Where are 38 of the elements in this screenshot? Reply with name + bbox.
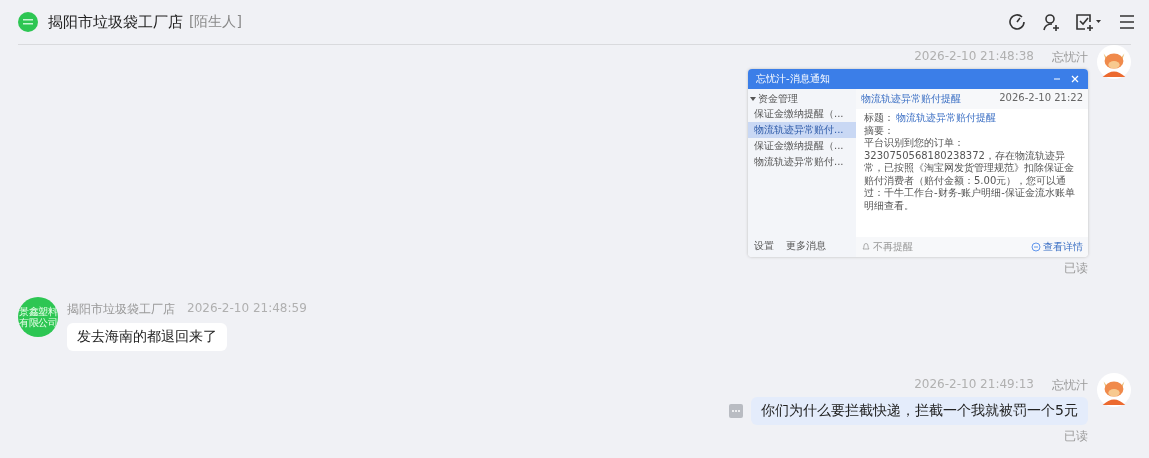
menu-icon[interactable] — [1117, 12, 1137, 32]
shop-avatar: 景鑫塑料 有限公司 — [18, 297, 58, 337]
notice-title-link: 物流轨迹异常赔付提醒 — [896, 112, 996, 125]
refresh-icon[interactable] — [1007, 12, 1027, 32]
tree-group: 资金管理 — [758, 92, 798, 106]
add-user-icon[interactable] — [1041, 12, 1061, 32]
mute-label: 不再提醒 — [873, 240, 913, 254]
notification-screenshot[interactable] — [748, 69, 1088, 257]
stranger-tag: [陌生人] — [189, 13, 242, 31]
sender-name: 忘忧汁 — [1052, 377, 1088, 393]
chat-title: 揭阳市垃圾袋工厂店 — [48, 12, 183, 32]
tree-item: 保证金缴纳提醒（... — [753, 107, 845, 121]
shop-avatar-icon — [18, 12, 38, 32]
message-time: 2026-2-10 21:48:59 — [187, 301, 307, 317]
notice-time: 2026-2-10 21:22 — [999, 92, 1083, 105]
read-status: 已读 — [1064, 428, 1088, 445]
summary-text: 平台识别到您的订单：3230750568180238372，存在物流轨迹异常，已按照《淘宝网发货管理规范》扣除保证金赔付消费者（赔付金额：5.00元），您可以通过：千牛工作台-财务-账户明细-保证金流水账单明细查看。 — [864, 137, 1076, 212]
sender-name: 忘忧汁 — [1052, 49, 1088, 65]
tree-item: 保证金缴纳提醒（... — [753, 139, 845, 153]
message-bubble: 发去海南的都退回来了 — [67, 323, 227, 351]
notice-title: 物流轨迹异常赔付提醒 — [861, 92, 961, 106]
details-icon — [1031, 242, 1041, 252]
field-label: 摘要： — [864, 124, 895, 137]
field-label: 标题： — [864, 112, 894, 125]
tree-item: 物流轨迹异常赔付... — [753, 155, 845, 169]
window-title: 忘忧汁-消息通知 — [756, 72, 830, 86]
sender-name: 揭阳市垃圾袋工厂店 — [67, 301, 175, 317]
footer-link: 更多消息 — [786, 239, 826, 253]
footer-link: 设置 — [754, 239, 774, 253]
read-status: 已读 — [1064, 260, 1088, 277]
tree-item: 物流轨迹异常赔付... — [748, 122, 856, 138]
message-time: 2026-2-10 21:48:38 — [914, 49, 1034, 65]
message-time: 2026-2-10 21:49:13 — [914, 377, 1034, 393]
message-bubble: 你们为什么要拦截快递，拦截一个我就被罚一个5元 — [751, 397, 1088, 425]
details-link: 查看详情 — [1043, 240, 1083, 254]
task-dropdown-icon[interactable] — [1075, 12, 1103, 32]
close-icon — [1070, 74, 1080, 84]
bell-icon — [861, 242, 871, 252]
